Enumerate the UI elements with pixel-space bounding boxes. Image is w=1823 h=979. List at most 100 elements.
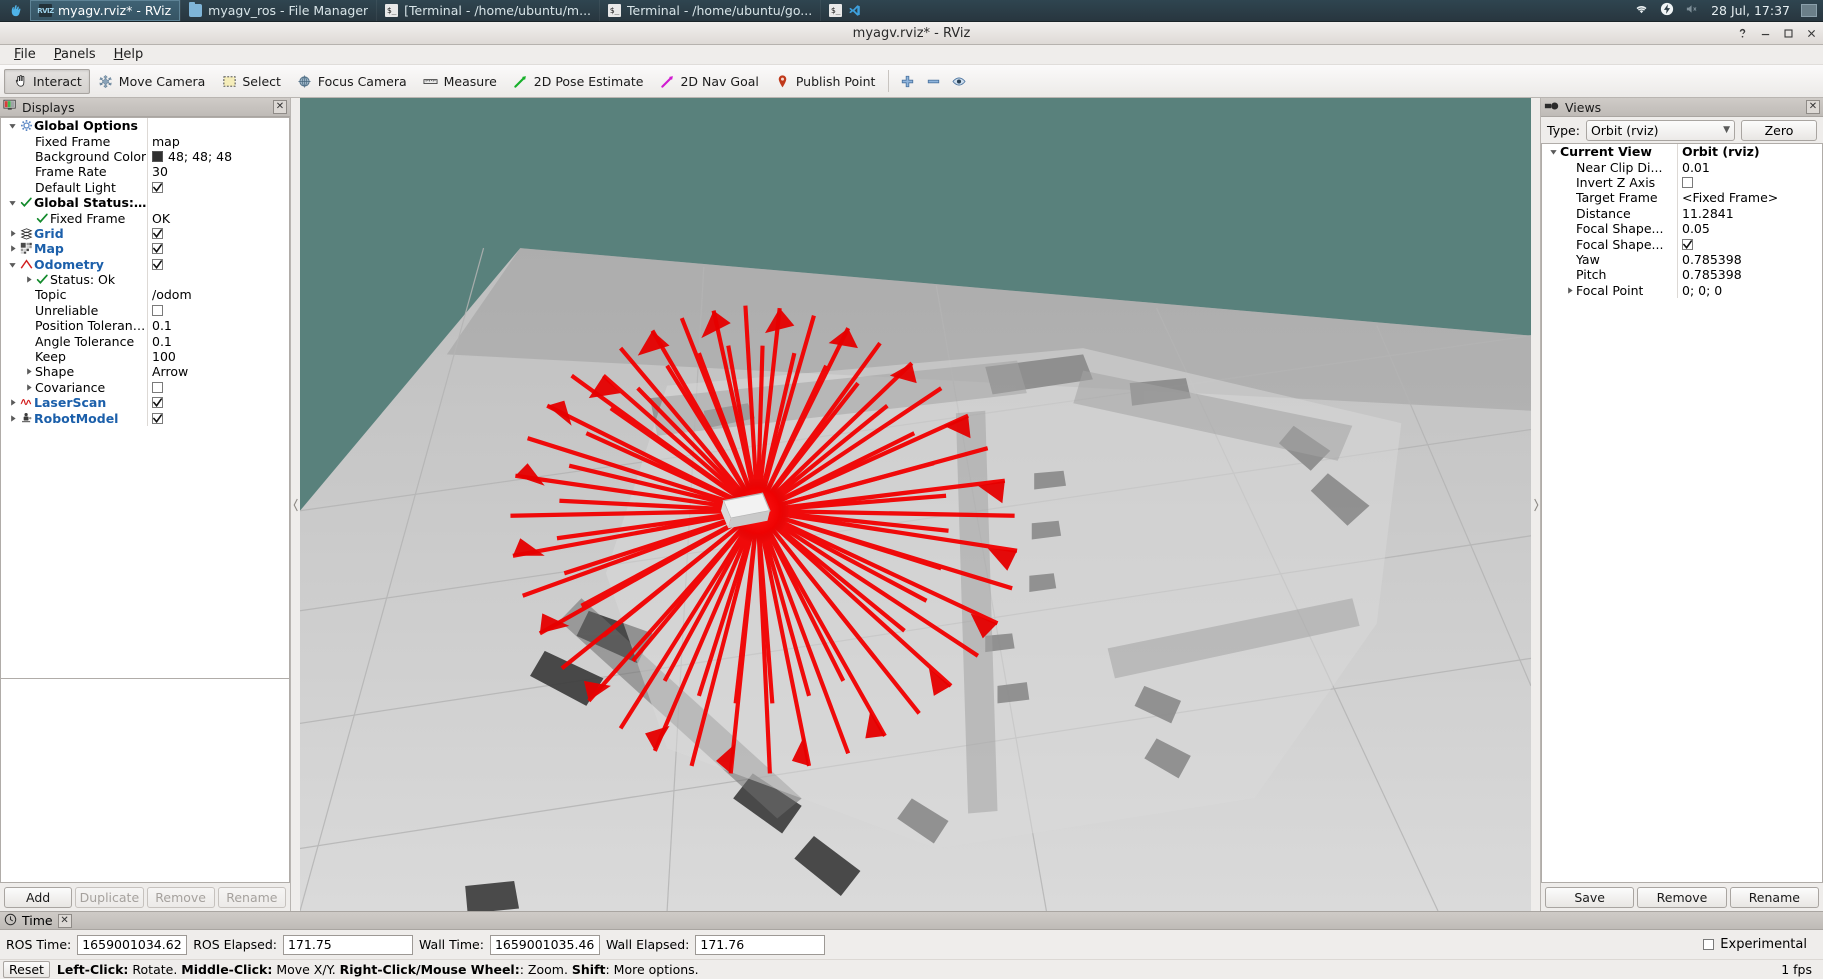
remove-view-button[interactable]: Remove — [1637, 887, 1726, 908]
tree-item-value[interactable]: map — [147, 133, 289, 148]
window-close-button[interactable] — [1804, 26, 1819, 41]
views-zero-button[interactable]: Zero — [1741, 120, 1817, 141]
taskbar-task-terminal-1[interactable]: $_ [Terminal - /home/ubuntu/m... — [376, 0, 599, 21]
taskbar-task-vscode[interactable]: $_ — [820, 0, 869, 21]
tray-clock[interactable]: 28 Jul, 17:37 — [1711, 3, 1790, 18]
tree-item-value[interactable] — [147, 395, 289, 410]
window-help-icon[interactable] — [1735, 26, 1750, 41]
taskbar-task-terminal-2[interactable]: $_ Terminal - /home/ubuntu/go... — [599, 0, 820, 21]
display-tree-row[interactable]: Odometry — [1, 257, 289, 272]
views-tree-row[interactable]: Focal Shape... — [1542, 236, 1822, 251]
tree-item-value[interactable] — [147, 118, 289, 133]
views-tree-row[interactable]: Target Frame<Fixed Frame> — [1542, 190, 1822, 205]
ros-time-input[interactable]: 1659001034.62 — [77, 935, 187, 955]
tree-item-value[interactable]: 0.05 — [1677, 221, 1822, 236]
tool-select[interactable]: Select — [213, 69, 289, 94]
remove-display-button[interactable]: Remove — [147, 887, 215, 908]
views-tree-row[interactable]: Focal Shape...0.05 — [1542, 221, 1822, 236]
views-tree-row[interactable]: Focal Point0; 0; 0 — [1542, 283, 1822, 298]
power-icon[interactable] — [1660, 2, 1674, 19]
window-minimize-button[interactable] — [1758, 26, 1773, 41]
taskbar-task-rviz[interactable]: RVIZ myagv.rviz* - RViz — [30, 0, 180, 21]
tree-item-value[interactable]: Arrow — [147, 364, 289, 379]
views-tree-row[interactable]: Current ViewOrbit (rviz) — [1542, 144, 1822, 159]
wall-elapsed-input[interactable]: 171.76 — [695, 935, 825, 955]
remove-tool-icon[interactable] — [920, 69, 946, 94]
taskbar-task-file-manager[interactable]: myagv_ros - File Manager — [180, 0, 376, 21]
tree-item-value[interactable]: OK — [147, 210, 289, 225]
eye-visibility-icon[interactable] — [946, 69, 972, 94]
views-tree-row[interactable]: Distance11.2841 — [1542, 206, 1822, 221]
tree-item-value[interactable]: 0.785398 — [1677, 252, 1822, 267]
tree-item-value[interactable] — [147, 195, 289, 210]
views-tree-row[interactable]: Near Clip Di...0.01 — [1542, 159, 1822, 174]
tree-item-value[interactable] — [147, 180, 289, 195]
left-splitter-handle[interactable] — [291, 98, 300, 911]
wifi-icon[interactable] — [1634, 3, 1649, 18]
checkbox-checked[interactable] — [152, 397, 163, 408]
display-tree-row[interactable]: Keep100 — [1, 349, 289, 364]
display-tree-row[interactable]: Background Color48; 48; 48 — [1, 149, 289, 164]
views-tree[interactable]: Current ViewOrbit (rviz)Near Clip Di...0… — [1541, 143, 1823, 883]
start-menu-button[interactable] — [0, 0, 30, 21]
display-tree-row[interactable]: Angle Tolerance0.1 — [1, 333, 289, 348]
tree-item-value[interactable] — [147, 380, 289, 395]
display-tree-row[interactable]: Fixed FrameOK — [1, 210, 289, 225]
tool-interact[interactable]: Interact — [4, 69, 90, 94]
tree-item-value[interactable] — [147, 410, 289, 425]
chevron-down-icon[interactable] — [6, 121, 19, 130]
tool-2d-pose-estimate[interactable]: 2D Pose Estimate — [505, 69, 652, 94]
experimental-checkbox[interactable] — [1703, 939, 1714, 950]
tree-item-value[interactable]: 11.2841 — [1677, 206, 1822, 221]
show-desktop-icon[interactable] — [1801, 4, 1817, 17]
checkbox-unchecked[interactable] — [1682, 177, 1693, 188]
tree-item-value[interactable]: 0.1 — [147, 333, 289, 348]
chevron-right-icon[interactable] — [22, 275, 35, 284]
chevron-down-icon[interactable] — [6, 198, 19, 207]
volume-muted-icon[interactable] — [1685, 3, 1700, 18]
tool-focus-camera[interactable]: Focus Camera — [289, 69, 415, 94]
menu-panels[interactable]: Panels — [46, 45, 104, 64]
chevron-right-icon[interactable] — [6, 244, 19, 253]
display-tree-row[interactable]: Fixed Framemap — [1, 133, 289, 148]
tree-item-value[interactable] — [147, 226, 289, 241]
display-tree-row[interactable]: Covariance — [1, 380, 289, 395]
tree-item-value[interactable]: 0.785398 — [1677, 267, 1822, 282]
add-tool-icon[interactable] — [894, 69, 920, 94]
chevron-right-icon[interactable] — [6, 414, 19, 423]
checkbox-unchecked[interactable] — [152, 382, 163, 393]
window-maximize-button[interactable] — [1781, 26, 1796, 41]
checkbox-checked[interactable] — [152, 228, 163, 239]
checkbox-unchecked[interactable] — [152, 305, 163, 316]
views-tree-row[interactable]: Yaw0.785398 — [1542, 252, 1822, 267]
tree-item-value[interactable]: 48; 48; 48 — [147, 149, 289, 164]
tool-publish-point[interactable]: Publish Point — [767, 69, 884, 94]
display-tree-row[interactable]: Default Light — [1, 180, 289, 195]
color-swatch[interactable] — [152, 151, 163, 162]
tool-move-camera[interactable]: Move Camera — [90, 69, 214, 94]
render-viewport-3d[interactable] — [300, 98, 1531, 911]
display-tree-row[interactable]: LaserScan — [1, 395, 289, 410]
rename-display-button[interactable]: Rename — [218, 887, 286, 908]
menu-help[interactable]: Help — [106, 45, 152, 64]
tree-item-value[interactable]: /odom — [147, 287, 289, 302]
views-tree-row[interactable]: Pitch0.785398 — [1542, 267, 1822, 282]
tree-item-value[interactable] — [147, 272, 289, 287]
save-view-button[interactable]: Save — [1545, 887, 1634, 908]
displays-tree[interactable]: Global OptionsFixed FramemapBackground C… — [0, 117, 290, 679]
tree-item-value[interactable] — [147, 257, 289, 272]
experimental-toggle[interactable]: Experimental — [1703, 937, 1817, 952]
tree-item-value[interactable]: 0.01 — [1677, 159, 1822, 174]
display-tree-row[interactable]: ShapeArrow — [1, 364, 289, 379]
chevron-right-icon[interactable] — [22, 383, 35, 392]
checkbox-checked[interactable] — [152, 243, 163, 254]
chevron-right-icon[interactable] — [1563, 286, 1576, 295]
tree-item-value[interactable] — [1677, 236, 1822, 251]
right-splitter-handle[interactable] — [1531, 98, 1540, 911]
reset-button[interactable]: Reset — [3, 961, 50, 978]
display-tree-row[interactable]: Global Options — [1, 118, 289, 133]
display-tree-row[interactable]: Global Status: Ok — [1, 195, 289, 210]
chevron-down-icon[interactable] — [1547, 147, 1560, 156]
chevron-down-icon[interactable] — [6, 260, 19, 269]
display-tree-row[interactable]: RobotModel — [1, 410, 289, 425]
